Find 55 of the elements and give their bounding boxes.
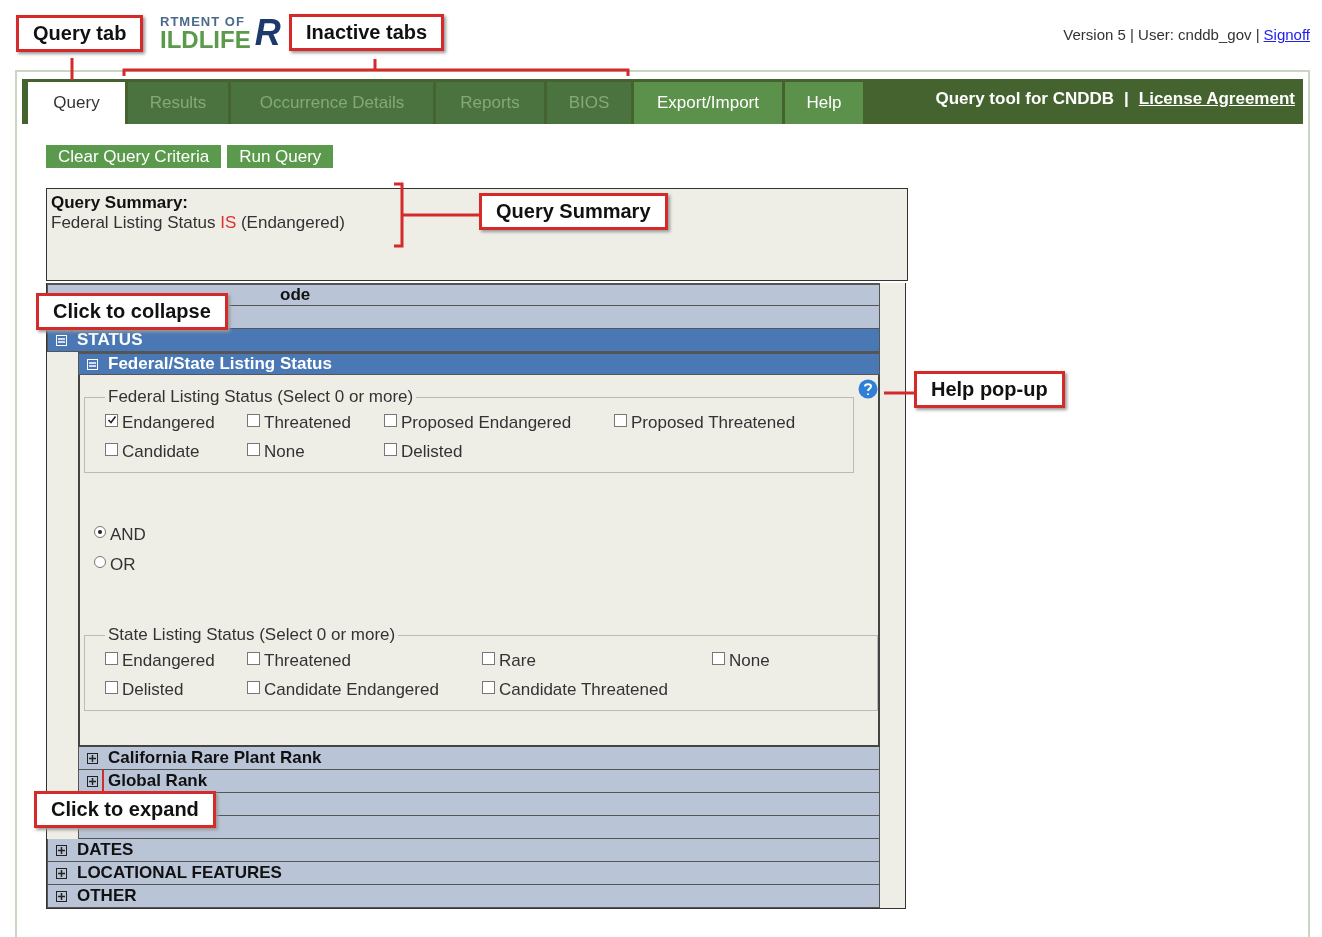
expand-icon[interactable] (56, 890, 67, 902)
logo-text: R (254, 12, 281, 54)
section-row[interactable]: OTHER (47, 885, 880, 908)
tab[interactable]: Export/Import (634, 82, 782, 124)
expand-icon[interactable] (56, 867, 67, 879)
collapse-icon[interactable] (87, 358, 98, 370)
callout-tooltip: Click to collapse (36, 293, 228, 330)
leader-line (102, 769, 104, 792)
expand-icon[interactable] (87, 775, 98, 787)
logo-text: ILDLIFE (160, 27, 251, 52)
separator-text: | (1124, 89, 1129, 109)
radio-option[interactable]: AND (94, 525, 878, 545)
leader-line (70, 58, 74, 80)
fieldset-legend: State Listing Status (Select 0 or more) (105, 625, 399, 645)
checkbox-option[interactable]: Delisted (384, 442, 614, 462)
checkbox-option[interactable]: Proposed Threatened (614, 413, 853, 433)
toolbar-title: Query tool for CNDDB (935, 89, 1114, 109)
tab[interactable]: Query (28, 82, 125, 124)
leader-line (70, 330, 74, 332)
fieldset-legend: Federal Listing Status (Select 0 or more) (105, 387, 417, 407)
tab[interactable]: Help (785, 82, 863, 124)
help-icon[interactable] (858, 379, 878, 399)
checkbox-option[interactable]: Candidate Endangered (247, 680, 482, 700)
license-link[interactable]: License Agreement (1138, 89, 1295, 109)
checkbox-option[interactable]: None (247, 442, 384, 462)
section-row[interactable]: LOCATIONAL FEATURES (47, 862, 880, 885)
section-row[interactable]: California Rare Plant Rank (78, 747, 880, 770)
callout-tooltip: Query tab (16, 15, 144, 52)
leader-line (884, 391, 914, 395)
checkbox-option[interactable]: Threatened (247, 413, 384, 433)
callout-tooltip: Help pop-up (914, 371, 1065, 408)
account-info: Version 5 | User: cnddb_gov | (1063, 26, 1260, 43)
checkbox-option[interactable]: Threatened (247, 651, 482, 671)
collapse-icon[interactable] (56, 334, 67, 346)
section-row[interactable]: DATES (47, 839, 880, 862)
checkbox-option[interactable]: None (712, 651, 877, 671)
section-header[interactable]: Federal/State Listing Status (78, 352, 880, 375)
section-header[interactable]: STATUS (47, 329, 880, 352)
expand-icon[interactable] (56, 844, 67, 856)
checkbox-option[interactable]: Delisted (105, 680, 247, 700)
checkbox-option[interactable]: Endangered (105, 413, 247, 433)
summary-text: Federal Listing Status IS (Endangered) (51, 213, 345, 233)
expand-icon[interactable] (87, 752, 98, 764)
checkbox-option[interactable]: Candidate (105, 442, 247, 462)
callout-tooltip: Click to expand (34, 791, 216, 828)
callout-tooltip: Inactive tabs (289, 14, 445, 51)
radio-option[interactable]: OR (94, 555, 878, 575)
checkbox-option[interactable]: Endangered (105, 651, 247, 671)
section-row[interactable]: Global Rank (78, 770, 880, 793)
callout-tooltip: Query Summary (479, 193, 668, 230)
signoff-link[interactable]: Signoff (1263, 26, 1310, 43)
logo-text: RTMENT OF (160, 14, 246, 28)
checkbox-option[interactable]: Proposed Endangered (384, 413, 614, 433)
checkbox-option[interactable]: Candidate Threatened (482, 680, 712, 700)
checkbox-option[interactable]: Rare (482, 651, 712, 671)
